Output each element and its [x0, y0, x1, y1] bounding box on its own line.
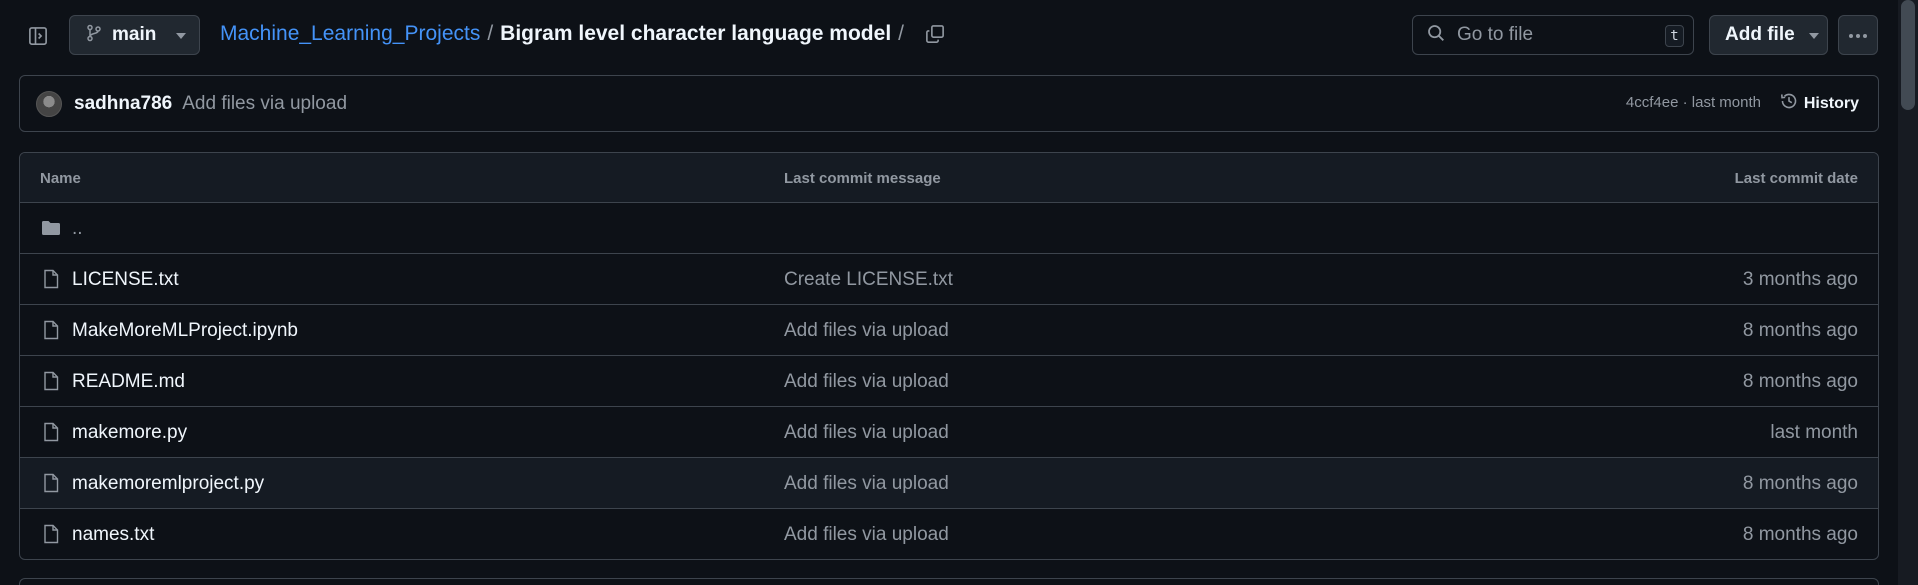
file-name-link[interactable]: makemore.py: [72, 422, 187, 444]
table-row: README.md Add files via upload 8 months …: [20, 356, 1878, 407]
page-scrollbar-thumb[interactable]: [1901, 0, 1915, 110]
commit-message-link[interactable]: Add files via upload: [784, 473, 949, 495]
file-name-link[interactable]: names.txt: [72, 524, 154, 546]
readme-panel: [19, 578, 1879, 585]
more-options-button[interactable]: [1838, 15, 1878, 55]
file-icon: [40, 268, 62, 290]
search-icon: [1427, 24, 1445, 47]
add-file-button[interactable]: Add file: [1709, 15, 1828, 55]
avatar[interactable]: [36, 90, 62, 117]
search-placeholder: Go to file: [1457, 24, 1534, 45]
repo-toolbar: main Machine_Learning_Projects / Bigram …: [0, 0, 1898, 72]
commit-message-link[interactable]: Add files via upload: [784, 371, 949, 393]
commit-message-link[interactable]: Add files via upload: [784, 524, 949, 546]
file-icon: [40, 319, 62, 341]
table-row: LICENSE.txt Create LICENSE.txt 3 months …: [20, 254, 1878, 305]
table-row: MakeMoreMLProject.ipynb Add files via up…: [20, 305, 1878, 356]
column-header-name: Name: [40, 170, 81, 187]
table-row: makemore.py Add files via upload last mo…: [20, 407, 1878, 458]
copy-icon[interactable]: [925, 24, 945, 44]
history-button[interactable]: History: [1780, 92, 1859, 115]
latest-commit-bar: sadhna786 Add files via upload 4ccf4ee ·…: [19, 75, 1879, 132]
file-icon: [40, 370, 62, 392]
add-file-label: Add file: [1725, 24, 1795, 45]
commit-date: 8 months ago: [1742, 524, 1858, 545]
breadcrumb-repo-link[interactable]: Machine_Learning_Projects: [220, 22, 480, 46]
commit-meta: 4ccf4ee · last month: [1626, 94, 1761, 111]
chevron-down-icon: [176, 26, 187, 44]
breadcrumb: Machine_Learning_Projects / Bigram level…: [220, 22, 945, 46]
commit-date: 3 months ago: [1742, 269, 1858, 290]
file-icon: [40, 421, 62, 443]
table-row: makemoremlproject.py Add files via uploa…: [20, 458, 1878, 509]
commit-message-link[interactable]: Create LICENSE.txt: [784, 269, 953, 291]
commit-author-link[interactable]: sadhna786: [74, 93, 172, 115]
file-table: Name Last commit message Last commit dat…: [19, 152, 1879, 560]
file-name-link[interactable]: README.md: [72, 371, 185, 393]
file-name-link[interactable]: makemoremlproject.py: [72, 473, 264, 495]
parent-directory-link[interactable]: ..: [72, 218, 83, 240]
git-branch-icon: [86, 24, 102, 47]
branch-name: main: [112, 24, 157, 45]
commit-date: 8 months ago: [1742, 371, 1858, 392]
commit-date: 8 months ago: [1742, 473, 1858, 494]
go-to-file-search[interactable]: Go to file t: [1412, 15, 1694, 55]
commit-date: 8 months ago: [1742, 320, 1858, 341]
file-name-link[interactable]: LICENSE.txt: [72, 269, 179, 291]
folder-icon: [40, 217, 62, 239]
commit-message-link[interactable]: Add files via upload: [784, 422, 949, 444]
keyboard-shortcut-hint: t: [1665, 25, 1684, 47]
commit-message-link[interactable]: Add files via upload: [182, 93, 347, 115]
commit-message-link[interactable]: Add files via upload: [784, 320, 949, 342]
column-header-message: Last commit message: [784, 170, 941, 187]
breadcrumb-trailing-separator: /: [898, 22, 904, 45]
table-row: names.txt Add files via upload 8 months …: [20, 509, 1878, 559]
history-label: History: [1803, 94, 1859, 112]
sidebar-expand-icon[interactable]: [24, 22, 52, 50]
history-icon: [1780, 92, 1798, 115]
kebab-horizontal-icon: [1848, 26, 1868, 44]
branch-selector-button[interactable]: main: [69, 15, 200, 55]
breadcrumb-current-folder: Bigram level character language model: [500, 22, 892, 45]
file-name-link[interactable]: MakeMoreMLProject.ipynb: [72, 320, 298, 342]
file-icon: [40, 523, 62, 545]
table-header: Name Last commit message Last commit dat…: [20, 153, 1878, 203]
file-icon: [40, 472, 62, 494]
commit-sha-link[interactable]: 4ccf4ee: [1626, 94, 1679, 111]
chevron-down-icon: [1808, 26, 1819, 44]
commit-date: last month: [1770, 422, 1858, 443]
breadcrumb-separator: /: [487, 22, 494, 45]
commit-meta-separator: ·: [1682, 94, 1688, 111]
commit-time: last month: [1691, 94, 1761, 111]
column-header-date: Last commit date: [1734, 170, 1858, 187]
parent-directory-row[interactable]: ..: [20, 203, 1878, 254]
